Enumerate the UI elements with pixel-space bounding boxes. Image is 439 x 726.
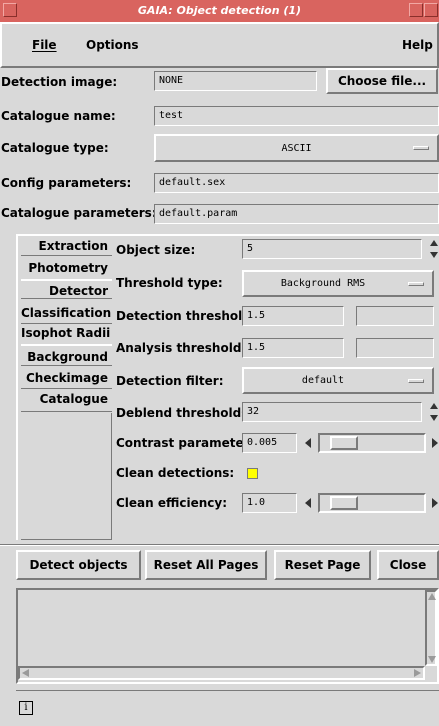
- tab-isophot-radii[interactable]: Isophot Radii: [21, 324, 112, 344]
- contrast-scale-handle[interactable]: [330, 436, 358, 450]
- object-size-spinner[interactable]: [429, 238, 439, 260]
- threshold-type-value: Background RMS: [280, 278, 366, 289]
- clean-detections-checkbox[interactable]: [247, 468, 258, 479]
- menu-help[interactable]: Help: [402, 38, 433, 52]
- catalogue-parameters-label: Catalogue parameters:: [1, 206, 157, 220]
- tab-background[interactable]: Background: [21, 344, 112, 366]
- title-bar[interactable]: GAIA: Object detection (1): [0, 0, 439, 22]
- analysis-threshold-field[interactable]: 1.5: [242, 338, 344, 358]
- object-size-label: Object size:: [116, 243, 196, 257]
- reset-page-button[interactable]: Reset Page: [274, 550, 371, 580]
- option-menu-indicator-icon: [408, 281, 424, 286]
- catalogue-name-field[interactable]: test: [154, 106, 439, 126]
- tab-classification[interactable]: Classification: [21, 304, 112, 324]
- config-parameters-field[interactable]: default.sex: [154, 173, 439, 193]
- minimize-icon[interactable]: [409, 3, 423, 17]
- tab-column-filler: [21, 413, 112, 540]
- analysis-threshold-label: Analysis threshold:: [116, 341, 247, 355]
- clean-efficiency-field[interactable]: 1.0: [242, 493, 297, 513]
- tab-extraction[interactable]: Extraction: [21, 236, 112, 256]
- deblend-thresholds-field[interactable]: 32: [242, 402, 422, 422]
- tab-checkimage[interactable]: Checkimage: [21, 369, 112, 389]
- log-horizontal-scrollbar[interactable]: [18, 666, 425, 680]
- threshold-type-label: Threshold type:: [116, 276, 223, 290]
- contrast-scroll-left-icon[interactable]: [305, 438, 311, 448]
- catalogue-parameters-field[interactable]: default.param: [154, 204, 439, 224]
- menu-file[interactable]: File: [32, 38, 57, 52]
- detection-filter-value: default: [301, 375, 345, 386]
- tab-column: Extraction Photometry Detector Classific…: [21, 236, 112, 540]
- tab-photometry[interactable]: Photometry: [21, 259, 112, 279]
- catalogue-name-label: Catalogue name:: [1, 109, 116, 123]
- tab-catalogue[interactable]: Catalogue: [21, 390, 112, 412]
- detection-filter-label: Detection filter:: [116, 374, 224, 388]
- catalogue-type-value: ASCII: [281, 143, 312, 154]
- detection-threshold-field[interactable]: 1.5: [242, 306, 344, 326]
- efficiency-scroll-right-icon[interactable]: [432, 498, 438, 508]
- tab-detector[interactable]: Detector: [21, 279, 112, 299]
- efficiency-scale-handle[interactable]: [330, 496, 358, 510]
- detect-objects-button[interactable]: Detect objects: [16, 550, 141, 580]
- menu-bar: File Options Help: [0, 22, 439, 68]
- option-menu-indicator-icon: [408, 378, 424, 383]
- option-menu-indicator-icon: [413, 146, 429, 150]
- detection-filter-menu[interactable]: default: [242, 367, 434, 394]
- info-icon: i: [19, 701, 33, 715]
- separator: [0, 544, 439, 546]
- scroll-right-icon[interactable]: [414, 669, 421, 677]
- contrast-scale[interactable]: [318, 433, 426, 453]
- analysis-threshold-field-2[interactable]: [356, 338, 434, 358]
- status-bar: i: [16, 690, 439, 726]
- contrast-scroll-right-icon[interactable]: [432, 438, 438, 448]
- threshold-type-menu[interactable]: Background RMS: [242, 270, 434, 297]
- detection-image-field[interactable]: NONE: [154, 71, 317, 91]
- detection-threshold-field-2[interactable]: [356, 306, 434, 326]
- object-size-field[interactable]: 5: [242, 239, 422, 259]
- efficiency-scale[interactable]: [318, 493, 426, 513]
- choose-file-button[interactable]: Choose file...: [326, 68, 438, 94]
- scroll-down-icon[interactable]: [428, 656, 436, 663]
- output-log[interactable]: [16, 588, 439, 684]
- deblend-thresholds-spinner[interactable]: [429, 401, 439, 423]
- clean-detections-label: Clean detections:: [116, 466, 235, 480]
- detection-threshold-label: Detection threshold:: [116, 309, 256, 323]
- contrast-parameter-field[interactable]: 0.005: [242, 433, 297, 453]
- deblend-thresholds-label: Deblend thresholds:: [116, 406, 254, 420]
- menu-options[interactable]: Options: [86, 38, 139, 52]
- scroll-up-icon[interactable]: [428, 593, 436, 600]
- reset-all-pages-button[interactable]: Reset All Pages: [145, 550, 267, 580]
- close-button[interactable]: Close: [377, 550, 439, 580]
- log-vertical-scrollbar[interactable]: [425, 590, 437, 666]
- efficiency-scroll-left-icon[interactable]: [305, 498, 311, 508]
- detection-image-label: Detection image:: [1, 75, 118, 89]
- catalogue-type-label: Catalogue type:: [1, 141, 109, 155]
- maximize-icon[interactable]: [424, 3, 438, 17]
- window-title: GAIA: Object detection (1): [137, 4, 302, 17]
- clean-efficiency-label: Clean efficiency:: [116, 496, 228, 510]
- contrast-parameter-label: Contrast parameter:: [116, 436, 255, 450]
- config-parameters-label: Config parameters:: [1, 176, 132, 190]
- scroll-left-icon[interactable]: [22, 669, 29, 677]
- catalogue-type-menu[interactable]: ASCII: [154, 134, 439, 162]
